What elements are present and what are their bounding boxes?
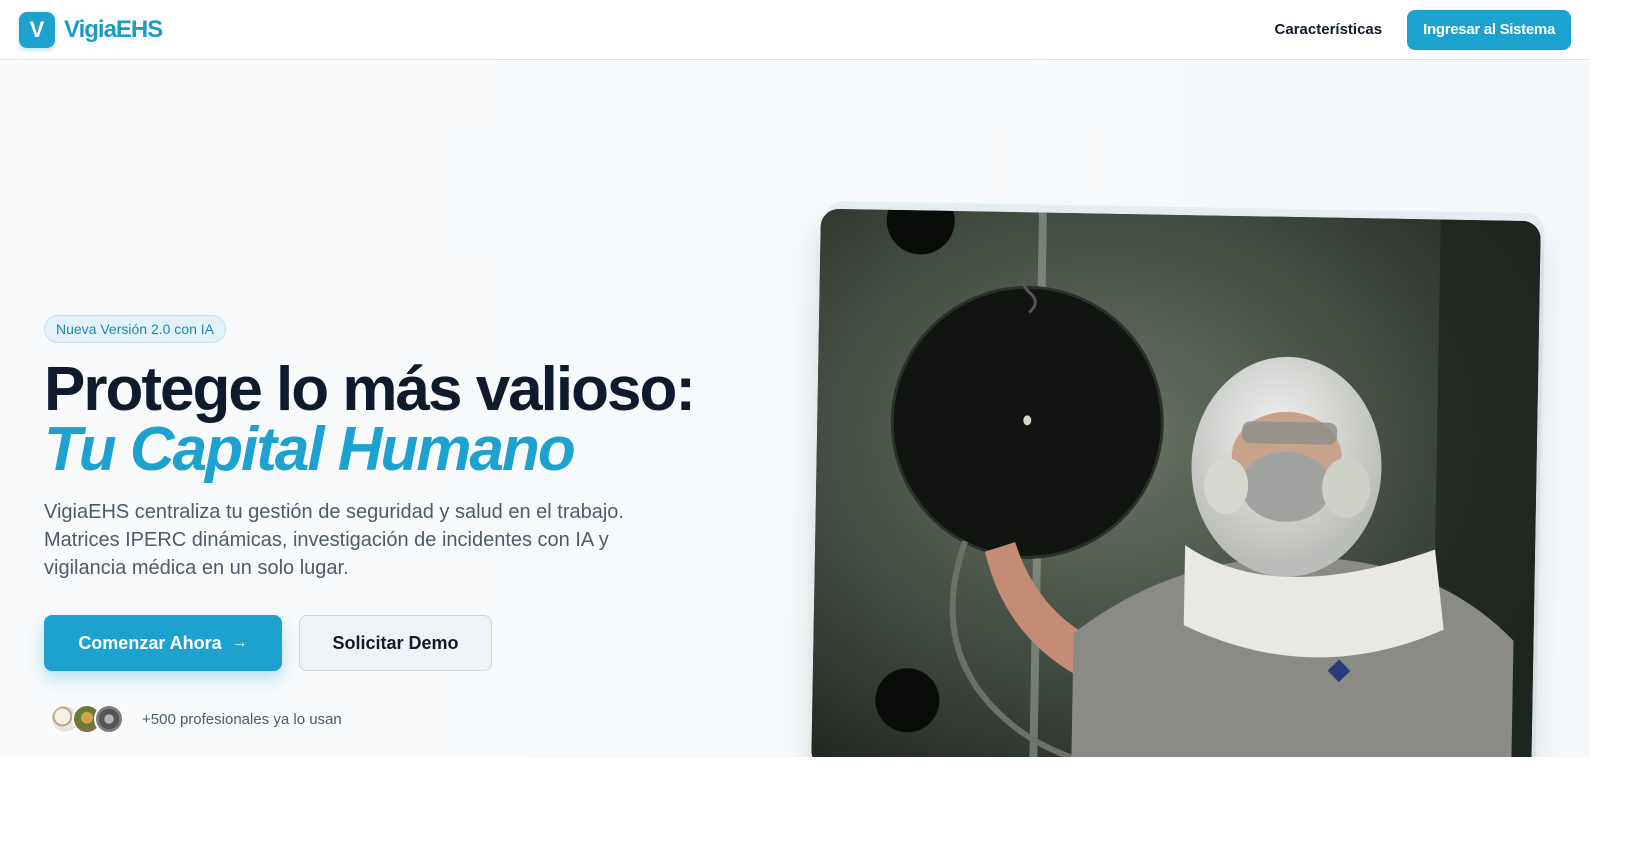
brand-logo-icon: V bbox=[19, 11, 55, 48]
hero-photo bbox=[811, 208, 1541, 757]
hero-headline: Protege lo más valioso: Tu Capital Human… bbox=[44, 359, 764, 484]
hero-subtitle: VigiaEHS centraliza tu gestión de seguri… bbox=[44, 501, 624, 579]
headline-accent: Tu Capital Humano bbox=[44, 415, 576, 484]
hero-section: Nueva Versión 2.0 con IA Protege lo más … bbox=[0, 61, 1590, 757]
brand-name: VigiaEHS bbox=[64, 15, 163, 43]
cta-group: Comenzar Ahora → Solicitar Demo bbox=[44, 615, 764, 671]
hero-image-frame bbox=[811, 200, 1547, 757]
arrow-right-icon: → bbox=[231, 634, 248, 651]
navbar: V VigiaEHS Características Ingresar al S… bbox=[0, 0, 1590, 60]
start-now-label: Comenzar Ahora bbox=[78, 632, 222, 653]
brand-logo-link[interactable]: V VigiaEHS bbox=[19, 11, 163, 48]
avatar-group bbox=[50, 704, 124, 734]
social-proof-text: +500 profesionales ya lo usan bbox=[142, 710, 342, 728]
login-button[interactable]: Ingresar al Sistema bbox=[1407, 9, 1571, 50]
nav-link-features[interactable]: Características bbox=[1275, 21, 1383, 38]
landing-page: V VigiaEHS Características Ingresar al S… bbox=[0, 0, 1638, 844]
version-badge: Nueva Versión 2.0 con IA bbox=[44, 315, 226, 343]
start-now-button[interactable]: Comenzar Ahora → bbox=[44, 615, 282, 671]
request-demo-button[interactable]: Solicitar Demo bbox=[299, 615, 492, 671]
worker-in-protective-suit-image bbox=[811, 208, 1541, 757]
avatar bbox=[94, 704, 124, 734]
social-proof: +500 profesionales ya lo usan bbox=[44, 704, 764, 734]
headline-line1: Protege lo más valioso: bbox=[44, 355, 696, 424]
hero-content: Nueva Versión 2.0 con IA Protege lo más … bbox=[44, 315, 764, 734]
nav-menu: Características Ingresar al Sistema bbox=[1275, 9, 1571, 50]
